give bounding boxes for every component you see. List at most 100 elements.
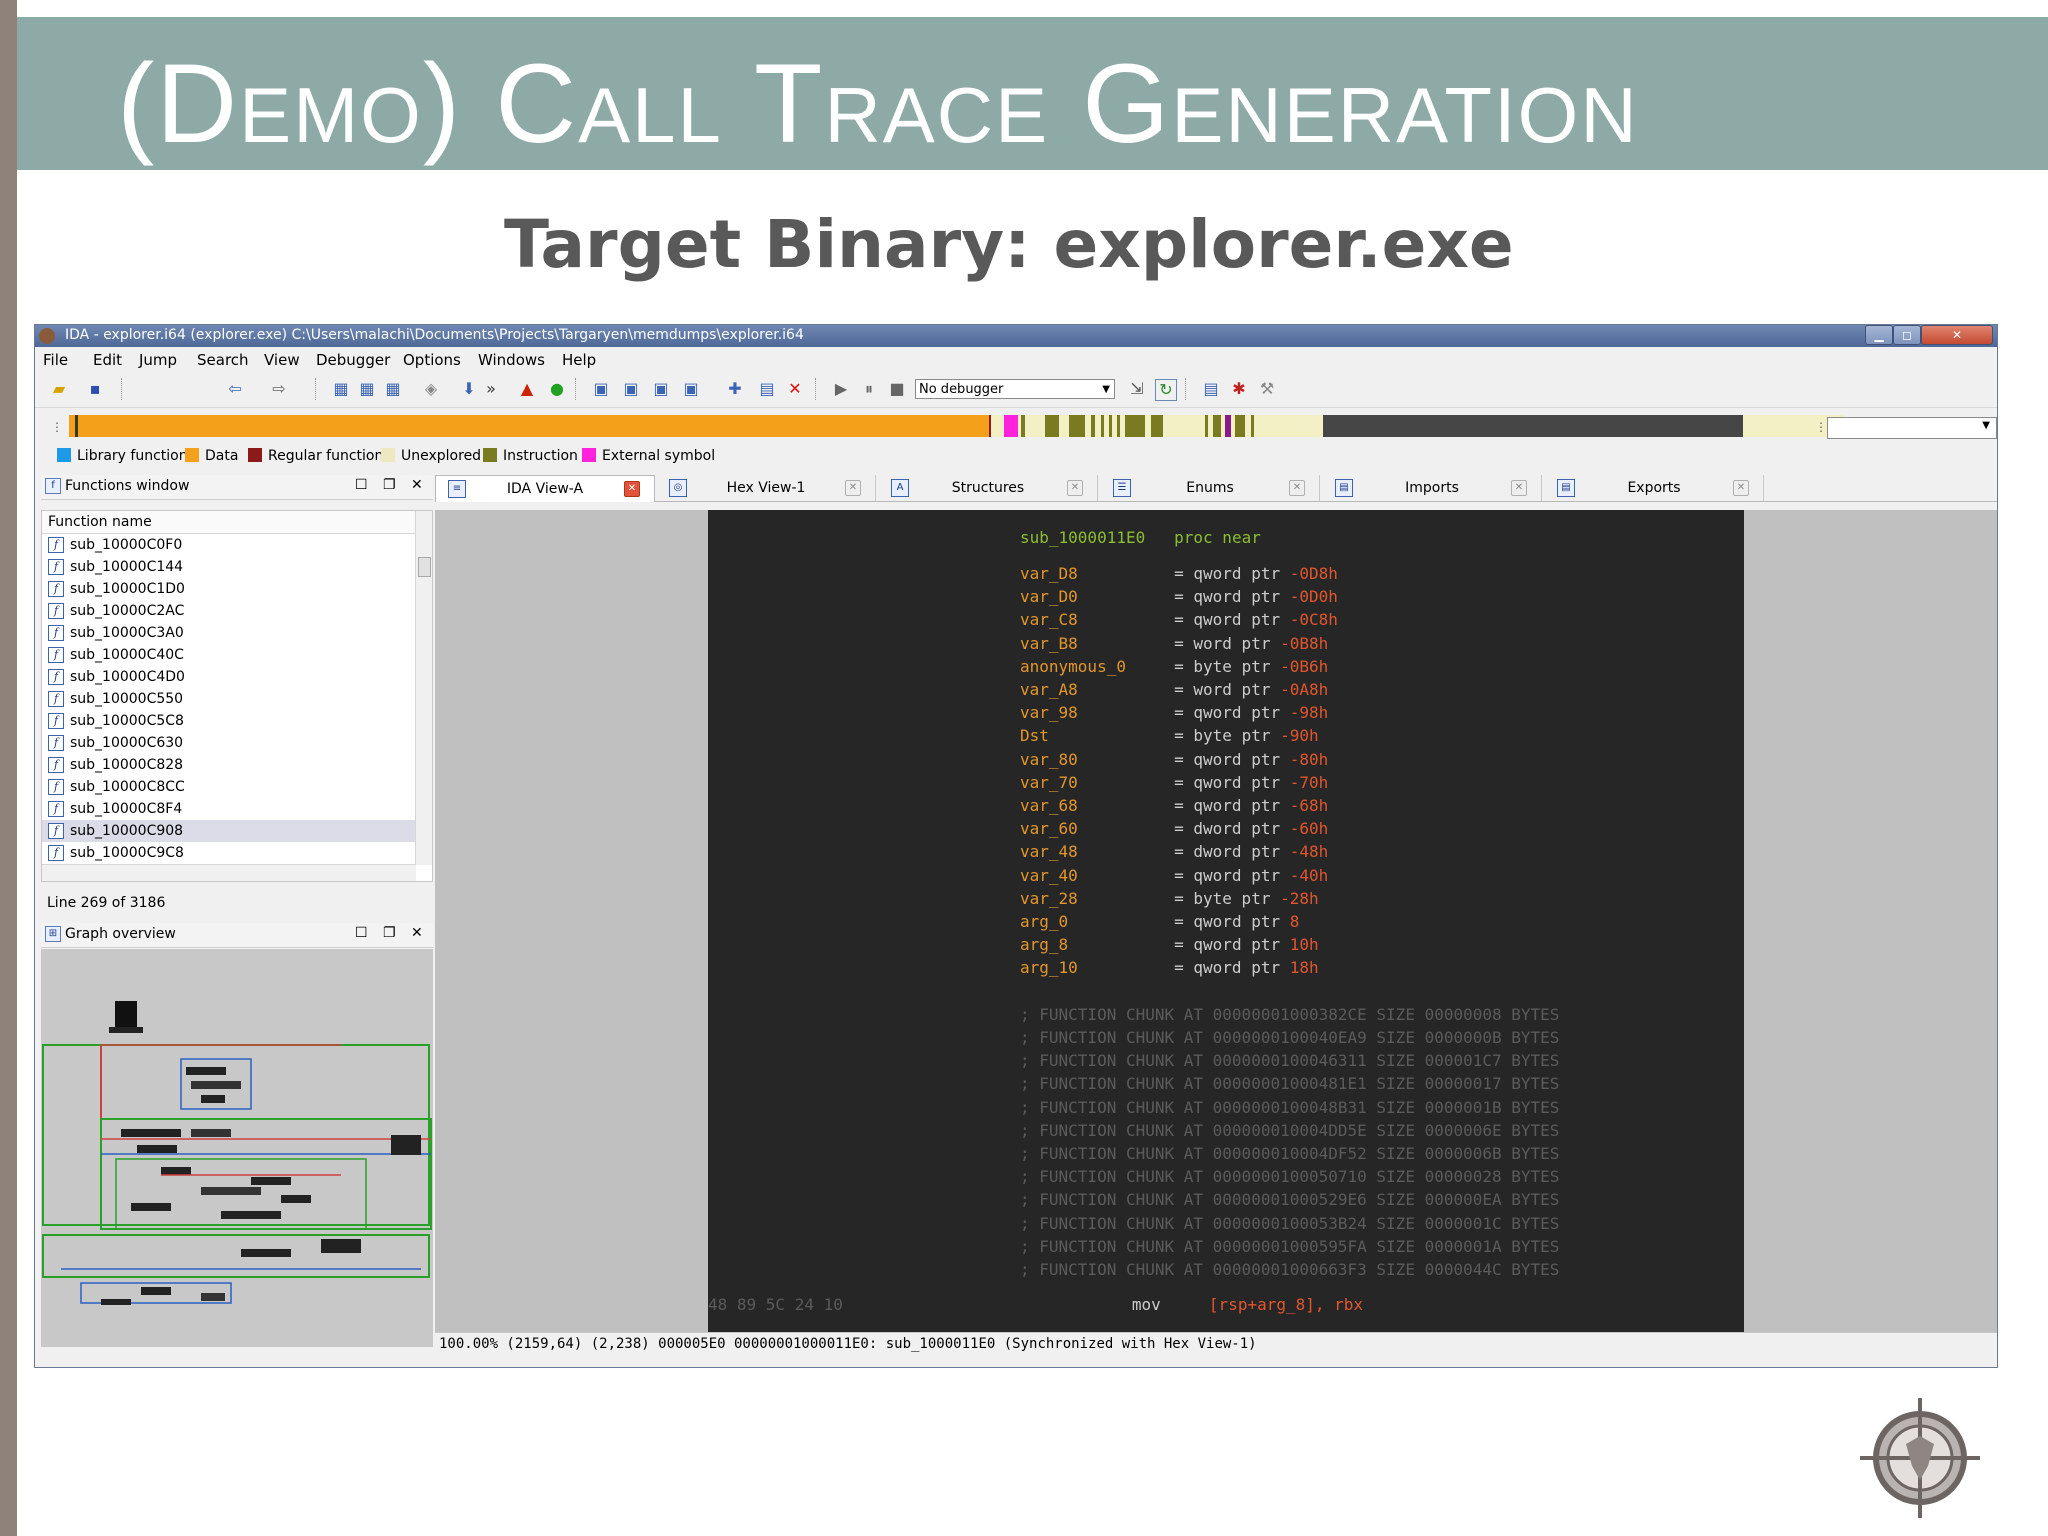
tools-icon[interactable]: ⚒ bbox=[1257, 379, 1277, 399]
close-tab-icon[interactable]: ✕ bbox=[1511, 480, 1527, 496]
function-row[interactable]: f sub_10000C9C8 bbox=[42, 842, 416, 864]
function-row[interactable]: f sub_10000C40C bbox=[42, 644, 416, 666]
instruction-line: 48 89 5C 24 10 mov [rsp+arg_8], rbx bbox=[708, 1295, 1364, 1315]
function-chunk-comment: ; FUNCTION CHUNK AT 0000000100048B31 SIZ… bbox=[1020, 1097, 1560, 1117]
menu-edit[interactable]: Edit bbox=[93, 351, 122, 369]
function-icon: f bbox=[48, 691, 64, 707]
close-tab-icon[interactable]: ✕ bbox=[1067, 480, 1083, 496]
stack-var-line: var_C8 = qword ptr -0C8h bbox=[1020, 610, 1338, 630]
delete-icon[interactable]: ✕ bbox=[785, 379, 805, 399]
minimize-button[interactable]: ▁ bbox=[1865, 325, 1893, 345]
make-code-icon[interactable]: ▣ bbox=[591, 379, 611, 399]
save-icon[interactable]: ▪ bbox=[85, 379, 105, 399]
tab-enums[interactable]: ☰ Enums ✕ bbox=[1101, 475, 1320, 501]
menu-windows[interactable]: Windows bbox=[478, 351, 545, 369]
menu-help[interactable]: Help bbox=[562, 351, 596, 369]
back-icon[interactable]: ⇦ bbox=[225, 379, 245, 399]
close-tab-icon[interactable]: ✕ bbox=[624, 481, 640, 497]
menu-options[interactable]: Options bbox=[403, 351, 461, 369]
function-row[interactable]: f sub_10000C8F4 bbox=[42, 798, 416, 820]
view-list-icon[interactable]: ▤ bbox=[1201, 379, 1221, 399]
next-search-icon[interactable]: ◈ bbox=[421, 379, 441, 399]
functions-window-title: Functions window bbox=[65, 478, 190, 494]
scrollbar-thumb[interactable] bbox=[418, 557, 431, 577]
stack-var-line: var_98 = qword ptr -98h bbox=[1020, 703, 1329, 723]
stack-var-line: var_60 = dword ptr -60h bbox=[1020, 819, 1329, 839]
proc-header: sub_1000011E0 proc near bbox=[1020, 528, 1261, 547]
maximize-button[interactable]: ◻ bbox=[1893, 325, 1921, 345]
open-icon[interactable]: ▰ bbox=[49, 379, 69, 399]
functions-vertical-scrollbar[interactable] bbox=[415, 511, 432, 865]
close-pane-icon[interactable]: ✕ bbox=[411, 477, 423, 493]
function-name-column-header[interactable]: Function name bbox=[42, 511, 416, 534]
tab-imports[interactable]: ▤ Imports ✕ bbox=[1323, 475, 1542, 501]
make-string-icon[interactable]: ▣ bbox=[651, 379, 671, 399]
function-row[interactable]: f sub_10000C550 bbox=[42, 688, 416, 710]
stack-var-line: var_68 = qword ptr -68h bbox=[1020, 796, 1329, 815]
navigation-band: ⋮ ⋮ ▼ bbox=[35, 409, 1997, 439]
function-row[interactable]: f sub_10000C0F0 bbox=[42, 534, 416, 556]
function-row[interactable]: f sub_10000C828 bbox=[42, 754, 416, 776]
window-titlebar[interactable]: IDA - explorer.i64 (explorer.exe) C:\Use… bbox=[35, 325, 1997, 347]
binary-search-icon[interactable]: ▦ bbox=[331, 379, 351, 399]
dock-window-icon[interactable]: ❐ bbox=[383, 477, 396, 493]
pause-icon[interactable]: ⏸ bbox=[859, 379, 879, 399]
float-window-icon[interactable]: ☐ bbox=[355, 477, 368, 493]
make-data-icon[interactable]: ▣ bbox=[621, 379, 641, 399]
forward-icon[interactable]: ⇨ bbox=[269, 379, 289, 399]
menu-debugger[interactable]: Debugger bbox=[316, 351, 390, 369]
menu-search[interactable]: Search bbox=[197, 351, 249, 369]
tab-exports[interactable]: ▤ Exports ✕ bbox=[1545, 475, 1764, 501]
more-icon[interactable]: » bbox=[481, 379, 501, 399]
close-tab-icon[interactable]: ✕ bbox=[1289, 480, 1305, 496]
float-window-icon[interactable]: ☐ bbox=[355, 925, 368, 941]
navigator-strip[interactable] bbox=[69, 415, 1844, 437]
dock-window-icon[interactable]: ❐ bbox=[383, 925, 396, 941]
run-icon[interactable]: ▶ bbox=[831, 379, 851, 399]
disassembly-listing[interactable]: sub_1000011E0 proc near var_D8 = qword p… bbox=[708, 510, 1744, 1332]
legend-data: Data bbox=[185, 448, 238, 464]
menu-file[interactable]: File bbox=[43, 351, 68, 369]
function-row-selected[interactable]: f sub_10000C908 bbox=[42, 820, 416, 842]
functions-list: Function name f sub_10000C0F0 f sub_10000C… bbox=[41, 510, 433, 882]
jump-down-icon[interactable]: ⬇ bbox=[459, 379, 479, 399]
stop-icon[interactable]: ■ bbox=[887, 379, 907, 399]
stack-var-line: arg_8 = qword ptr 10h bbox=[1020, 935, 1319, 955]
search-icon[interactable]: ▦ bbox=[383, 379, 403, 399]
ida-window: IDA - explorer.i64 (explorer.exe) C:\Use… bbox=[34, 324, 1998, 1368]
function-row[interactable]: f sub_10000C1D0 bbox=[42, 578, 416, 600]
close-tab-icon[interactable]: ✕ bbox=[845, 480, 861, 496]
close-button[interactable]: ✕ bbox=[1921, 325, 1993, 345]
text-search-icon[interactable]: ▦ bbox=[357, 379, 377, 399]
function-row[interactable]: f sub_10000C144 bbox=[42, 556, 416, 578]
attach-icon[interactable]: ⇲ bbox=[1127, 379, 1147, 399]
function-icon: f bbox=[48, 735, 64, 751]
create-function-icon[interactable]: ✚ bbox=[725, 379, 745, 399]
status-ok-icon[interactable]: ● bbox=[547, 379, 567, 399]
graph-overview-canvas[interactable] bbox=[41, 949, 433, 1347]
close-tab-icon[interactable]: ✕ bbox=[1733, 480, 1749, 496]
graph-overview-graph bbox=[42, 1001, 432, 1305]
functions-horizontal-scrollbar[interactable] bbox=[42, 864, 416, 881]
function-row[interactable]: f sub_10000C3A0 bbox=[42, 622, 416, 644]
function-row[interactable]: f sub_10000C5C8 bbox=[42, 710, 416, 732]
menu-jump[interactable]: Jump bbox=[139, 351, 177, 369]
breakpoint-icon[interactable]: ✱ bbox=[1229, 379, 1249, 399]
warning-icon[interactable]: ▲ bbox=[517, 379, 537, 399]
function-row[interactable]: f sub_10000C2AC bbox=[42, 600, 416, 622]
function-row[interactable]: f sub_10000C4D0 bbox=[42, 666, 416, 688]
sync-icon[interactable]: ↻ bbox=[1155, 379, 1177, 401]
function-row[interactable]: f sub_10000C8CC bbox=[42, 776, 416, 798]
main-toolbar: ▰ ▪ ⇦ ⇨ ▦ ▦ ▦ ◈ ⬇ » ▲ ● ▣ ▣ ▣ ▣ ✚ ▤ ✕ ▶ … bbox=[35, 371, 1997, 408]
tab-hex-view-1[interactable]: ◎ Hex View-1 ✕ bbox=[657, 475, 876, 501]
tab-structures[interactable]: A Structures ✕ bbox=[879, 475, 1098, 501]
menu-view[interactable]: View bbox=[264, 351, 300, 369]
function-row[interactable]: f sub_10000C630 bbox=[42, 732, 416, 754]
tab-ida-view-a[interactable]: ≡ IDA View-A ✕ bbox=[435, 475, 655, 502]
debugger-select[interactable]: No debugger ▼ bbox=[915, 379, 1115, 399]
segment-select[interactable]: ▼ bbox=[1827, 417, 1997, 439]
edit-function-icon[interactable]: ▤ bbox=[757, 379, 777, 399]
make-array-icon[interactable]: ▣ bbox=[681, 379, 701, 399]
functions-window-header: f Functions window ☐ ❐ ✕ bbox=[41, 475, 433, 500]
close-pane-icon[interactable]: ✕ bbox=[411, 925, 423, 941]
